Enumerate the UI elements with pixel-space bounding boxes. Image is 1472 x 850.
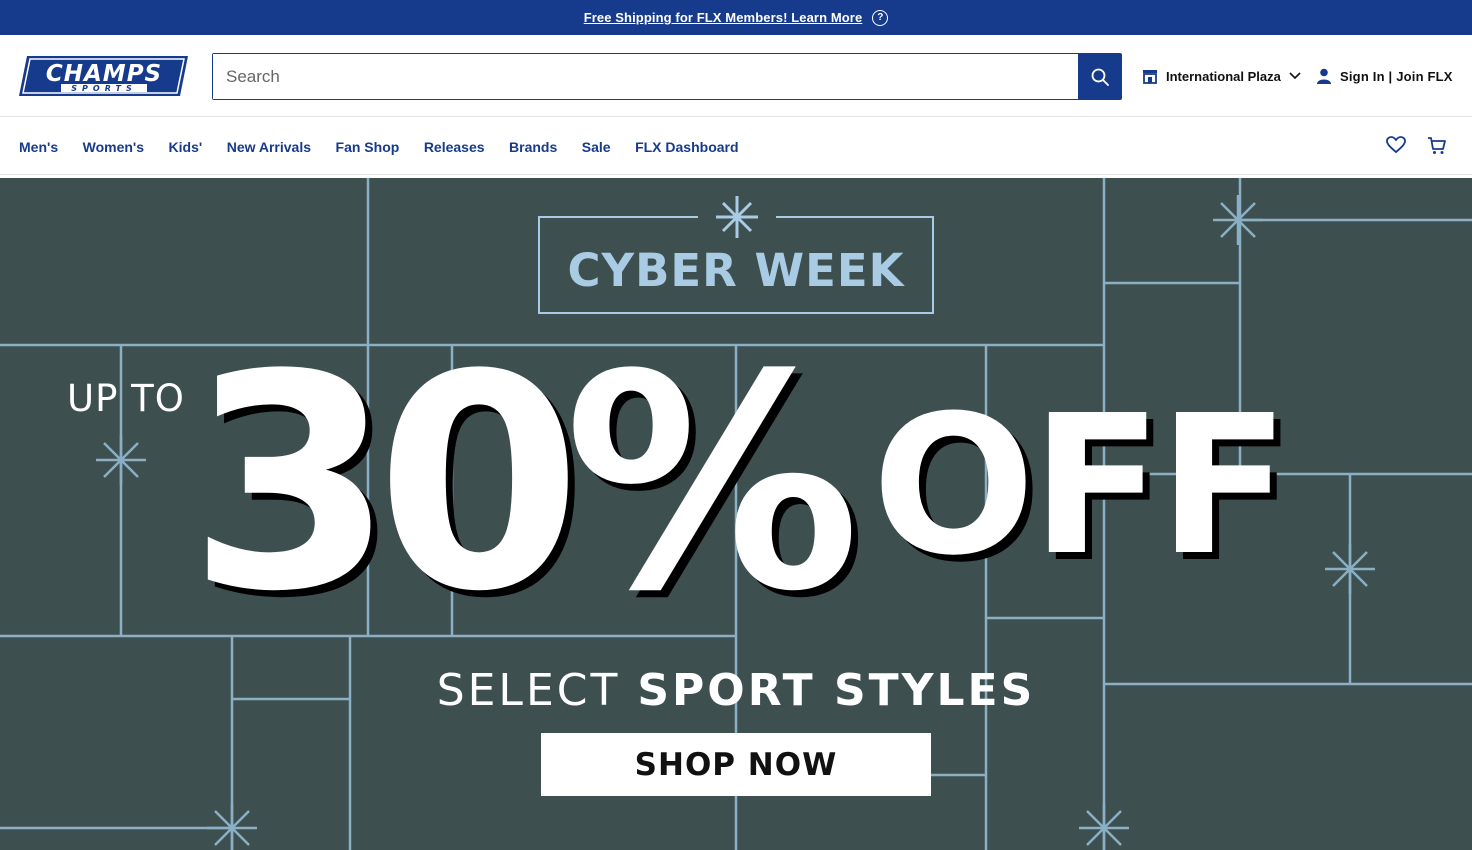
site-header: CHAMPS SPORTS International Plaza [0, 35, 1472, 117]
shop-now-button[interactable]: SHOP NOW [541, 733, 931, 796]
discount-amount: 30% [188, 311, 860, 656]
off-label: OFF [872, 375, 1290, 598]
nav-item-flx-dashboard[interactable]: FLX Dashboard [635, 139, 738, 155]
select-label: SELECT [436, 665, 621, 716]
nav-item-releases[interactable]: Releases [424, 139, 485, 155]
search-icon [1091, 68, 1109, 86]
user-icon [1317, 68, 1331, 84]
promo-bar: Free Shipping for FLX Members! Learn Mor… [0, 0, 1472, 35]
hero-banner[interactable]: CYBER WEEK UP TO 30% OFF SELECT SPORT ST… [0, 178, 1472, 850]
nav-item-womens[interactable]: Women's [83, 139, 144, 155]
main-nav: Men's Women's Kids' New Arrivals Fan Sho… [0, 118, 1472, 175]
nav-item-mens[interactable]: Men's [19, 139, 58, 155]
heart-icon[interactable] [1386, 136, 1406, 154]
logo-sub-text: SPORTS [71, 84, 136, 93]
select-sport-styles: SELECT SPORT STYLES [0, 665, 1472, 716]
cart-icon[interactable] [1427, 137, 1447, 155]
up-to-label: UP TO [67, 377, 185, 420]
nav-item-sale[interactable]: Sale [582, 139, 611, 155]
nav-item-brands[interactable]: Brands [509, 139, 557, 155]
cyber-week-title: CYBER WEEK [567, 243, 905, 297]
store-icon [1143, 69, 1157, 84]
sign-in-link[interactable]: Sign In | Join FLX [1316, 67, 1453, 85]
search-bar [212, 53, 1122, 100]
champs-sports-logo[interactable]: CHAMPS SPORTS [19, 55, 189, 97]
search-input[interactable] [213, 54, 1078, 99]
store-picker[interactable]: International Plaza [1142, 67, 1301, 85]
nav-item-kids[interactable]: Kids' [169, 139, 203, 155]
account-label: Sign In | Join FLX [1340, 68, 1453, 84]
nav-item-fan-shop[interactable]: Fan Shop [336, 139, 400, 155]
sport-styles-label: SPORT STYLES [637, 665, 1036, 716]
sparkle-icon [716, 196, 758, 238]
free-shipping-link[interactable]: Free Shipping for FLX Members! Learn Mor… [584, 10, 863, 25]
search-button[interactable] [1078, 54, 1121, 99]
chevron-down-icon [1289, 72, 1301, 80]
help-icon[interactable]: ? [872, 9, 889, 26]
store-label: International Plaza [1166, 68, 1281, 84]
nav-item-new-arrivals[interactable]: New Arrivals [227, 139, 311, 155]
